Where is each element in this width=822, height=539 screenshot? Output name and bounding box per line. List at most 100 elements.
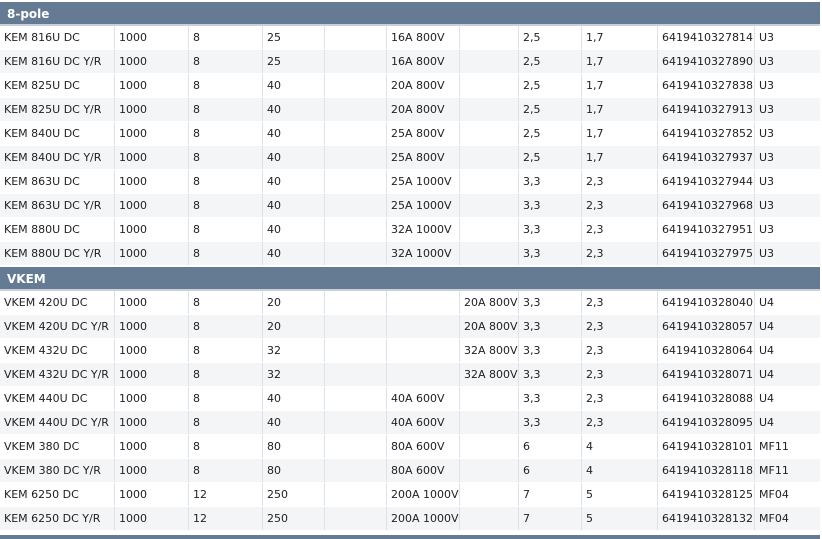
cell-model: KEM 863U DC Y/R xyxy=(4,199,102,212)
cell-value-a: 6 xyxy=(518,435,581,458)
cell-rating-b xyxy=(459,218,518,241)
cell-poles: 8 xyxy=(188,74,262,97)
cell-ean-code: 6419410328057 xyxy=(657,315,754,338)
cell-voltage: 1000 xyxy=(114,435,188,458)
cell-value-b: 2,3 xyxy=(581,315,657,338)
cell-rating: 25 xyxy=(262,50,324,73)
cell-rating: 40 xyxy=(262,387,324,410)
cell-value-a: 3,3 xyxy=(518,411,581,434)
cell-value-b: 1,7 xyxy=(581,146,657,169)
cell-rating-a xyxy=(386,339,459,362)
cell-ean-code: 6419410327913 xyxy=(657,98,754,121)
cell-rating-b xyxy=(459,122,518,145)
cell-value-a: 2,5 xyxy=(518,74,581,97)
table-row: KEM 816U DC 1000 8 25 16A 800V 2,5 1,7 64194103… xyxy=(0,26,820,50)
cell-blank xyxy=(324,435,386,458)
cell-blank xyxy=(324,507,386,530)
cell-poles: 8 xyxy=(188,459,262,482)
cell-rating-a: 32A 1000V xyxy=(386,242,459,265)
cell-voltage: 1000 xyxy=(114,507,188,530)
cell-size-code: U4 xyxy=(754,363,820,386)
cell-poles: 8 xyxy=(188,387,262,410)
section-header: VKEM xyxy=(0,267,820,291)
cell-voltage: 1000 xyxy=(114,411,188,434)
cell-size-code: U3 xyxy=(754,146,820,169)
cell-model: KEM 825U DC xyxy=(4,79,80,92)
cell-size-code: U3 xyxy=(754,50,820,73)
cell-model: KEM 880U DC Y/R xyxy=(4,247,102,260)
cell-blank xyxy=(324,26,386,49)
cell-poles: 8 xyxy=(188,170,262,193)
cell-voltage: 1000 xyxy=(114,363,188,386)
cell-rating: 250 xyxy=(262,483,324,506)
cell-value-b: 1,7 xyxy=(581,98,657,121)
cell-rating-b xyxy=(459,74,518,97)
cell-size-code: MF11 xyxy=(754,435,820,458)
cell-model: VKEM 420U DC xyxy=(4,296,88,309)
cell-rating: 40 xyxy=(262,122,324,145)
cell-model: KEM 816U DC Y/R xyxy=(4,55,102,68)
cell-blank xyxy=(324,122,386,145)
cell-model: KEM 6250 DC Y/R xyxy=(4,512,101,525)
cell-rating-a xyxy=(386,363,459,386)
cell-voltage: 1000 xyxy=(114,218,188,241)
table-row: KEM 840U DC 1000 8 40 25A 800V 2,5 1,7 64194103… xyxy=(0,122,820,146)
table-row: VKEM 380 DC Y/R 1000 8 80 80A 600V 6 4 64194103… xyxy=(0,459,820,483)
cell-value-b: 1,7 xyxy=(581,74,657,97)
cell-blank xyxy=(324,315,386,338)
cell-ean-code: 6419410328095 xyxy=(657,411,754,434)
cell-value-b: 1,7 xyxy=(581,50,657,73)
cell-rating-b: 20A 800V xyxy=(459,315,518,338)
cell-value-a: 3,3 xyxy=(518,194,581,217)
cell-value-a: 2,5 xyxy=(518,146,581,169)
cell-rating: 40 xyxy=(262,194,324,217)
cell-voltage: 1000 xyxy=(114,242,188,265)
cell-voltage: 1000 xyxy=(114,387,188,410)
cell-rating: 80 xyxy=(262,435,324,458)
cell-ean-code: 6419410328118 xyxy=(657,459,754,482)
table-row: VKEM 380 DC 1000 8 80 80A 600V 6 4 641941032810… xyxy=(0,435,820,459)
cell-ean-code: 6419410328125 xyxy=(657,483,754,506)
cell-rating-b xyxy=(459,507,518,530)
cell-value-b: 1,7 xyxy=(581,122,657,145)
cell-poles: 8 xyxy=(188,218,262,241)
cell-ean-code: 6419410327838 xyxy=(657,74,754,97)
table-row: KEM 840U DC Y/R 1000 8 40 25A 800V 2,5 1,7 6419… xyxy=(0,146,820,170)
cell-blank xyxy=(324,483,386,506)
cell-value-a: 3,3 xyxy=(518,339,581,362)
cell-ean-code: 6419410328040 xyxy=(657,291,754,314)
cell-value-a: 3,3 xyxy=(518,315,581,338)
cell-model: VKEM 380 DC Y/R xyxy=(4,464,101,477)
cell-voltage: 1000 xyxy=(114,26,188,49)
cell-ean-code: 6419410327944 xyxy=(657,170,754,193)
cell-rating: 25 xyxy=(262,26,324,49)
cell-rating-a: 16A 800V xyxy=(386,26,459,49)
cell-rating-b xyxy=(459,411,518,434)
cell-poles: 12 xyxy=(188,507,262,530)
cell-ean-code: 6419410328132 xyxy=(657,507,754,530)
table-row: KEM 863U DC 1000 8 40 25A 1000V 3,3 2,3 6419410… xyxy=(0,170,820,194)
cell-poles: 8 xyxy=(188,242,262,265)
cell-ean-code: 6419410327890 xyxy=(657,50,754,73)
cell-rating-b: 20A 800V xyxy=(459,291,518,314)
cell-value-a: 2,5 xyxy=(518,26,581,49)
cell-size-code: U3 xyxy=(754,194,820,217)
cell-value-b: 4 xyxy=(581,459,657,482)
cell-rating-b: 32A 800V xyxy=(459,339,518,362)
cell-rating-b xyxy=(459,50,518,73)
cell-blank xyxy=(324,411,386,434)
cell-size-code: U3 xyxy=(754,74,820,97)
cell-value-a: 3,3 xyxy=(518,242,581,265)
section-header: 8-pole xyxy=(0,2,820,26)
cell-model: KEM 816U DC xyxy=(4,31,80,44)
cell-size-code: MF04 xyxy=(754,507,820,530)
cell-rating: 20 xyxy=(262,291,324,314)
cell-rating-b: 32A 800V xyxy=(459,363,518,386)
cell-model: KEM 840U DC xyxy=(4,127,80,140)
cell-value-b: 2,3 xyxy=(581,170,657,193)
cell-poles: 8 xyxy=(188,339,262,362)
cell-value-b: 4 xyxy=(581,435,657,458)
cell-value-b: 5 xyxy=(581,507,657,530)
cell-rating-a: 40A 600V xyxy=(386,411,459,434)
cell-value-a: 3,3 xyxy=(518,387,581,410)
